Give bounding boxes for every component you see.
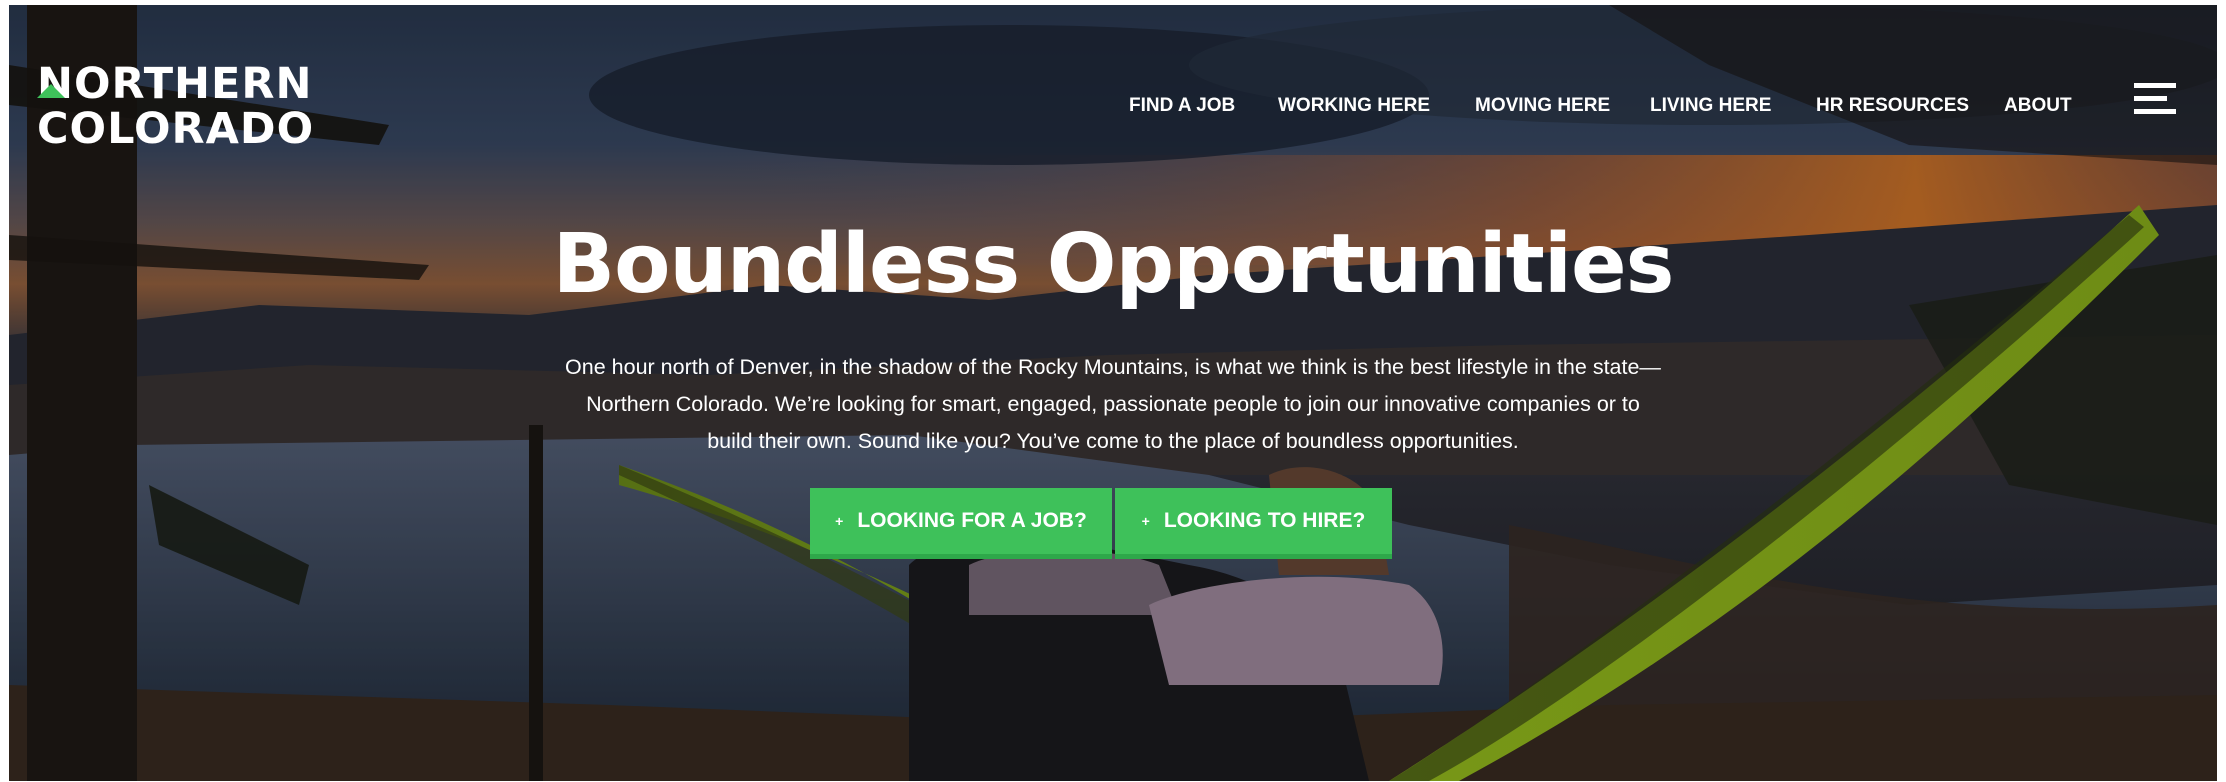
menu-bar-3 [2134, 109, 2176, 114]
nav-about[interactable]: ABOUT [2004, 95, 2072, 117]
hamburger-menu-icon[interactable] [2134, 83, 2176, 117]
looking-for-job-button[interactable]: + LOOKING FOR A JOB? [810, 488, 1112, 559]
menu-bar-2 [2134, 96, 2167, 101]
hero-section: NORTHERN COLORADO FIND A JOB WORKING HER… [9, 5, 2217, 781]
looking-to-hire-label: LOOKING TO HIRE? [1163, 509, 1366, 532]
site-logo[interactable]: NORTHERN COLORADO [37, 63, 314, 152]
hero-headline: Boundless Opportunities [552, 217, 1675, 312]
logo-line-2: COLORADO [37, 104, 315, 154]
looking-to-hire-button[interactable]: + LOOKING TO HIRE? [1115, 488, 1392, 559]
nav-hr-resources[interactable]: HR RESOURCES [1816, 95, 1969, 117]
plus-icon: + [1141, 513, 1150, 529]
plus-icon: + [835, 513, 844, 529]
nav-find-a-job[interactable]: FIND A JOB [1129, 95, 1235, 117]
looking-for-job-label: LOOKING FOR A JOB? [857, 509, 1087, 532]
nav-moving-here[interactable]: MOVING HERE [1475, 95, 1610, 117]
mountain-accent-icon [37, 84, 65, 98]
hero-intro-text: One hour north of Denver, in the shadow … [565, 355, 1661, 453]
menu-bar-1 [2134, 83, 2176, 88]
nav-working-here[interactable]: WORKING HERE [1278, 95, 1430, 117]
logo-line-1: NORTHERN [37, 59, 313, 109]
nav-living-here[interactable]: LIVING HERE [1650, 95, 1771, 117]
